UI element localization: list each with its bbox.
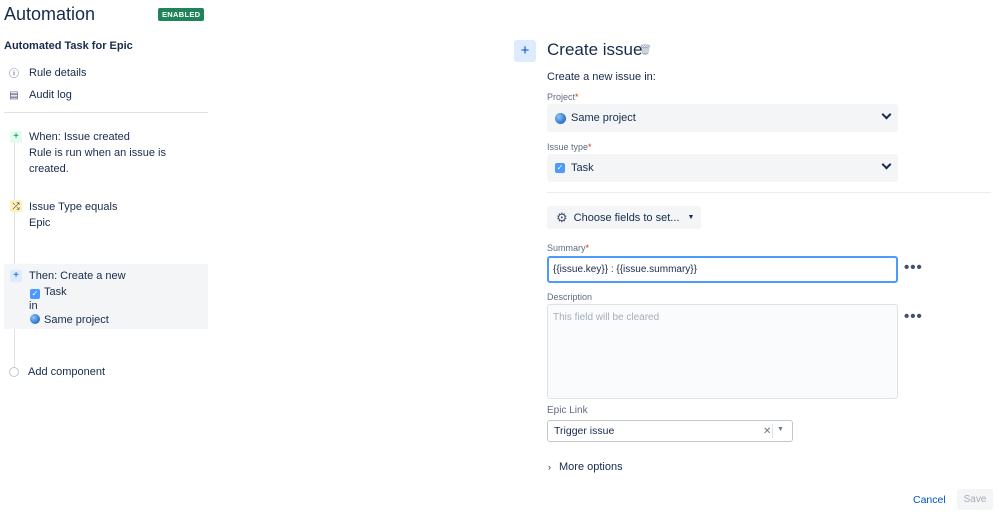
more-options-toggle[interactable]: › More options — [548, 461, 623, 473]
rule-details-label: Rule details — [29, 67, 86, 79]
condition-value: Epic — [29, 215, 50, 231]
panel-title: Create issue — [547, 40, 642, 60]
chevron-right-icon: › — [548, 462, 551, 472]
component-type-icon: + — [514, 40, 536, 62]
epic-link-select[interactable]: Trigger issue — [547, 420, 793, 442]
save-button[interactable]: Save — [957, 489, 993, 510]
sidebar-divider — [4, 112, 208, 113]
trigger-step[interactable]: + When: Issue created Rule is run when a… — [4, 128, 208, 168]
action-title: Then: Create a new — [29, 268, 126, 284]
project-label: Project* — [547, 92, 579, 102]
condition-step[interactable]: ⤮ Issue Type equals Epic — [4, 198, 208, 234]
info-icon: ⓘ — [8, 65, 20, 80]
gear-icon: ⚙ — [556, 210, 568, 226]
description-more-button[interactable]: ••• — [904, 312, 923, 322]
caret-down-icon: ▼ — [687, 214, 694, 221]
description-label: Description — [547, 292, 592, 302]
action-project: Same project — [30, 312, 109, 328]
epic-link-value: Trigger issue — [554, 425, 614, 437]
trash-icon[interactable]: 🗑 — [639, 45, 652, 56]
page-title: Automation — [4, 4, 95, 25]
rule-details-link[interactable]: ⓘ Rule details — [8, 65, 86, 80]
project-value: Same project — [571, 112, 636, 124]
project-avatar-icon — [555, 113, 566, 124]
cancel-button[interactable]: Cancel — [913, 494, 946, 506]
audit-log-link[interactable]: ▤ Audit log — [8, 89, 72, 101]
chevron-down-icon — [882, 110, 892, 120]
select-separator — [772, 424, 773, 438]
project-avatar-icon — [30, 314, 40, 324]
summary-input[interactable] — [547, 256, 898, 283]
more-options-label: More options — [559, 461, 623, 473]
chevron-down-icon — [882, 160, 892, 170]
flow-connector — [14, 141, 15, 369]
task-icon: ✓ — [555, 163, 565, 173]
add-node-icon — [9, 367, 19, 377]
add-component-button[interactable]: Add component — [8, 366, 105, 378]
issue-type-select[interactable]: ✓ Task — [547, 154, 898, 182]
shuffle-icon: ⤮ — [10, 200, 22, 212]
description-textarea[interactable] — [547, 304, 898, 399]
issue-type-label: Issue type* — [547, 142, 592, 152]
plus-icon: + — [10, 270, 22, 282]
audit-log-label: Audit log — [29, 89, 72, 101]
document-icon: ▤ — [8, 90, 20, 101]
epic-link-label: Epic Link — [547, 405, 588, 416]
trigger-title: When: Issue created — [29, 129, 130, 145]
choose-fields-button[interactable]: ⚙ Choose fields to set... ▼ — [547, 206, 701, 229]
panel-subtitle: Create a new issue in: — [547, 71, 656, 83]
trigger-description: Rule is run when an issue is created. — [29, 145, 208, 177]
action-step[interactable]: + Then: Create a new ✓Task in Same proje… — [4, 264, 208, 329]
clear-icon[interactable]: ✕ — [763, 426, 771, 437]
plus-icon: + — [10, 131, 22, 143]
add-component-label: Add component — [28, 366, 105, 378]
summary-label: Summary* — [547, 243, 589, 253]
project-select[interactable]: Same project — [547, 104, 898, 132]
summary-more-button[interactable]: ••• — [904, 263, 923, 273]
section-divider — [547, 192, 991, 193]
issue-type-value: Task — [571, 162, 594, 174]
choose-fields-label: Choose fields to set... — [574, 212, 680, 224]
rule-name: Automated Task for Epic — [4, 40, 133, 52]
status-badge: ENABLED — [158, 8, 204, 21]
condition-title: Issue Type equals — [29, 199, 117, 215]
caret-down-icon[interactable]: ▼ — [777, 426, 784, 433]
